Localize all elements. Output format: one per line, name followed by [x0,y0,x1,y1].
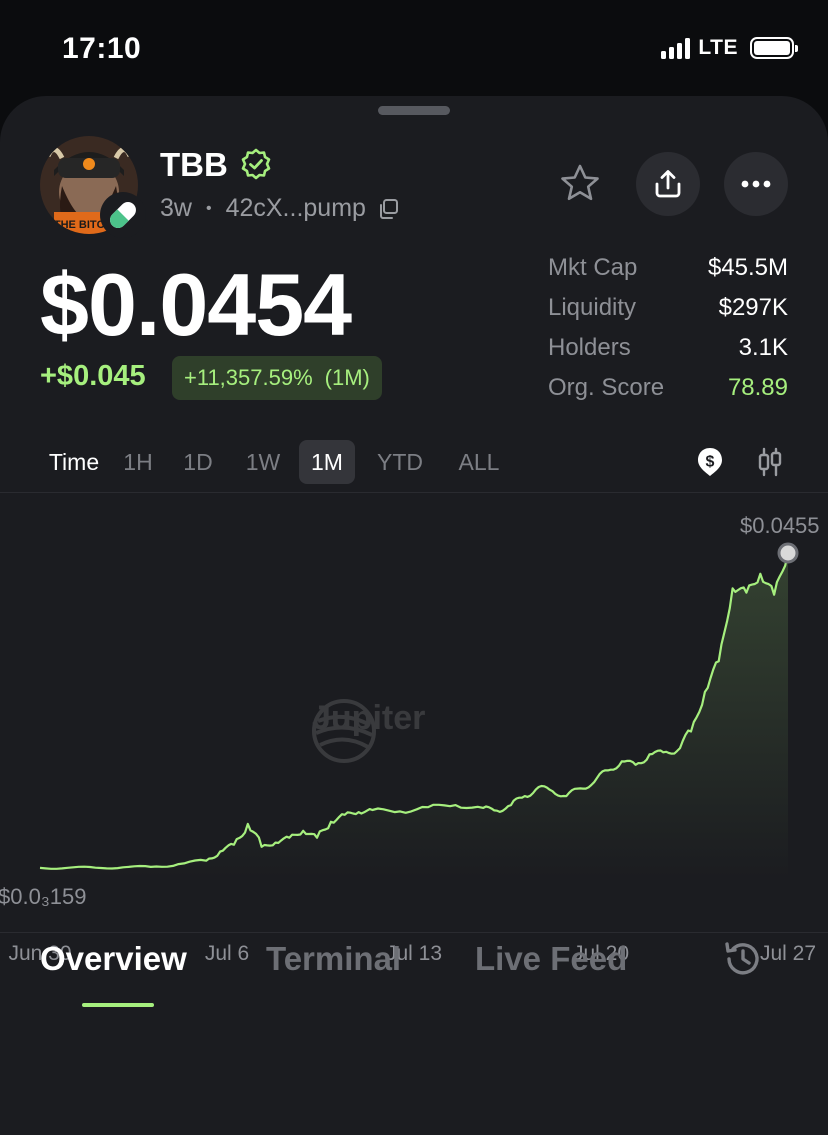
tab-1m[interactable]: 1M [299,440,355,484]
chart-area-fill [40,553,788,879]
history-icon[interactable] [722,938,764,980]
status-bar: 17:10 LTE [0,0,828,96]
more-icon [741,180,771,188]
more-button[interactable] [724,152,788,216]
status-time: 17:10 [62,32,142,65]
share-icon [655,170,681,198]
star-icon [561,164,599,201]
token-stats: Mkt Cap $45.5M Liquidity $297K Holders 3… [548,248,788,408]
pill-badge [100,192,146,238]
tab-ytd[interactable]: YTD [368,440,432,484]
chart-canvas [39,542,799,879]
price-marker-icon[interactable]: $ [694,446,726,478]
nav-live-feed[interactable]: Live Feed [475,940,627,978]
token-name: TBB [160,146,228,183]
svg-text:$: $ [706,454,715,471]
chart-bottom-divider [0,932,828,933]
chart-min-label: $0.0₃159 [0,884,87,909]
tab-1w[interactable]: 1W [238,440,288,484]
copy-icon[interactable] [376,197,400,221]
chart-max-label: $0.0455 [740,513,820,538]
stat-liquidity: Liquidity $297K [548,288,788,328]
candlestick-icon[interactable] [754,446,786,478]
token-age: 3w [160,194,192,222]
change-period: (1M) [324,365,370,390]
tab-1d[interactable]: 1D [176,440,220,484]
favorite-button[interactable] [548,152,612,216]
nav-overview[interactable]: Overview [40,940,187,978]
nav-terminal[interactable]: Terminal [266,940,401,978]
last-price-point [777,542,799,564]
nav-active-indicator [82,1003,154,1007]
stat-value: 3.1K [738,334,788,361]
pill-icon [110,202,136,228]
stat-label: Mkt Cap [548,254,638,281]
stat-label: Org. Score [548,374,665,401]
share-button[interactable] [636,152,700,216]
price-change-absolute: +$0.045 [40,360,146,392]
bottom-nav: Overview Terminal Live Feed [0,940,828,1040]
token-meta: 3w • 42cX...pump [160,194,400,223]
battery-icon [750,37,798,59]
stat-mkt-cap: Mkt Cap $45.5M [548,248,788,288]
stat-label: Liquidity [548,294,637,321]
stat-value: $297K [718,294,788,321]
sheet-grabber[interactable] [378,106,450,115]
stat-value: $45.5M [707,254,788,281]
time-range-tabs: Time 1H 1D 1W 1M YTD ALL $ [28,440,808,484]
change-percent-value: +11,357.59% [184,365,313,390]
signal-icon [661,37,691,59]
stat-label: Holders [548,334,631,361]
tab-1h[interactable]: 1H [116,440,160,484]
stat-holders: Holders 3.1K [548,328,788,368]
price-change-percent: +11,357.59% (1M) [172,356,382,400]
verified-icon [241,148,271,180]
token-address[interactable]: 42cX...pump [226,194,366,223]
stat-value: 78.89 [727,374,788,401]
status-indicators: LTE [661,36,798,60]
time-label: Time [48,448,100,475]
stat-org-score: Org. Score 78.89 [548,368,788,408]
price-chart[interactable]: Jupiter $0.0455 $0.0₃159 [0,493,828,932]
tab-all[interactable]: ALL [448,440,510,484]
token-price: $0.0454 [40,255,352,354]
separator-dot: • [205,199,212,217]
network-label: LTE [698,36,738,59]
